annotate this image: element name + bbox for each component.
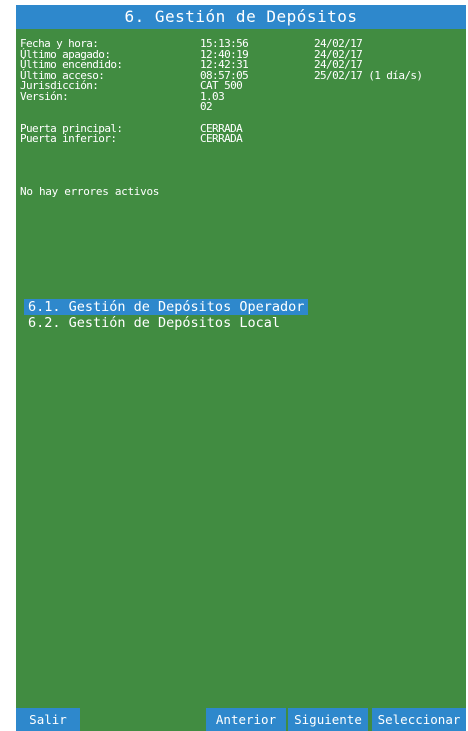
previous-button[interactable]: Anterior [206, 708, 286, 731]
select-button[interactable]: Seleccionar [372, 708, 466, 731]
menu-item-operator-deposits[interactable]: 6.1. Gestión de Depósitos Operador [24, 299, 309, 315]
terminal-screen: 6. Gestión de Depósitos Fecha y hora: 15… [16, 5, 466, 731]
menu-list: 6.1. Gestión de Depósitos Operador 6.2. … [24, 299, 309, 331]
next-button[interactable]: Siguiente [288, 708, 368, 731]
screen-title: 6. Gestión de Depósitos [16, 5, 466, 29]
info-label: Versión: [20, 89, 69, 103]
info-value: 02 [200, 100, 213, 113]
errors-status: No hay errores activos [20, 185, 160, 198]
door-status: CERRADA [200, 132, 243, 145]
door-label: Puerta inferior: [20, 132, 117, 145]
exit-button[interactable]: Salir [16, 708, 80, 731]
info-date: 25/02/17 (1 día/s) [314, 68, 423, 82]
menu-item-local-deposits[interactable]: 6.2. Gestión de Depósitos Local [24, 315, 308, 331]
